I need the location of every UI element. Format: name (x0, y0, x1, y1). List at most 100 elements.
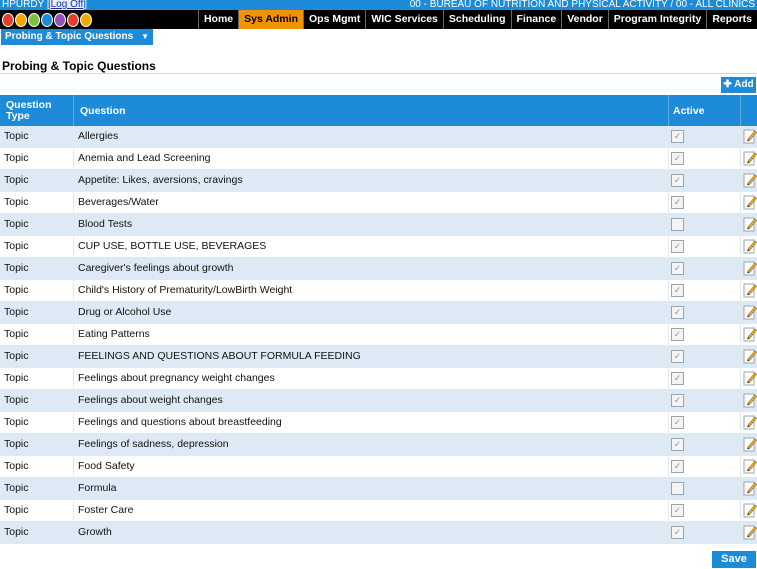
question-cell: CUP USE, BOTTLE USE, BEVERAGES (74, 236, 669, 257)
active-cell: ✓ (669, 170, 741, 191)
logoff-link[interactable]: Log Off (49, 0, 85, 10)
add-button[interactable]: ✚ Add (721, 77, 756, 93)
nav-tab-reports[interactable]: Reports (706, 10, 757, 29)
edit-icon[interactable] (743, 370, 757, 386)
edit-cell (741, 478, 757, 499)
active-checkbox[interactable]: ✓ (671, 504, 684, 517)
edit-cell (741, 456, 757, 477)
page-title: Probing & Topic Questions (2, 59, 156, 73)
active-cell: ✓ (669, 456, 741, 477)
edit-cell (741, 214, 757, 235)
nav-tab-wic-services[interactable]: WIC Services (365, 10, 443, 29)
edit-icon[interactable] (743, 348, 757, 364)
active-checkbox[interactable]: ✓ (671, 196, 684, 209)
question-cell: Allergies (74, 126, 669, 147)
active-checkbox[interactable]: ✓ (671, 262, 684, 275)
question-cell: Feelings about pregnancy weight changes (74, 368, 669, 389)
nav-tab-program-integrity[interactable]: Program Integrity (607, 10, 707, 29)
question-type-cell: Topic (0, 192, 74, 213)
section-menu-label: Probing & Topic Questions (5, 31, 134, 42)
active-checkbox[interactable]: ✓ (671, 240, 684, 253)
edit-icon[interactable] (743, 502, 757, 518)
active-checkbox[interactable]: ✓ (671, 416, 684, 429)
active-cell: ✓ (669, 368, 741, 389)
nav-tab-scheduling[interactable]: Scheduling (442, 10, 511, 29)
active-checkbox[interactable] (671, 218, 684, 231)
section-menu-dropdown[interactable]: Probing & Topic Questions ▼ (1, 29, 153, 45)
active-checkbox[interactable]: ✓ (671, 438, 684, 451)
table-row: Topic CUP USE, BOTTLE USE, BEVERAGES ✓ (0, 236, 757, 258)
nav-tab-vendor[interactable]: Vendor (561, 10, 608, 29)
user-info: HPURDY [Log Off] (2, 0, 88, 10)
main-nav: Home Sys Admin Ops Mgmt WIC Services Schedul… (0, 10, 757, 29)
active-checkbox[interactable]: ✓ (671, 130, 684, 143)
edit-icon[interactable] (743, 194, 757, 210)
table-row: Topic Appetite: Likes, aversions, craving… (0, 170, 757, 192)
question-type-cell: Topic (0, 390, 74, 411)
column-header-question-type[interactable]: Question Type (0, 95, 74, 126)
active-checkbox[interactable]: ✓ (671, 152, 684, 165)
active-checkbox[interactable]: ✓ (671, 372, 684, 385)
active-checkbox[interactable]: ✓ (671, 306, 684, 319)
edit-icon[interactable] (743, 282, 757, 298)
app-logo (2, 11, 93, 28)
save-button[interactable]: Save (712, 551, 756, 568)
column-header-edit (741, 95, 757, 126)
active-cell: ✓ (669, 258, 741, 279)
table-row: Topic Foster Care ✓ (0, 500, 757, 522)
question-type-cell: Topic (0, 368, 74, 389)
question-type-cell: Topic (0, 302, 74, 323)
column-header-active[interactable]: Active (669, 95, 741, 126)
question-type-cell: Topic (0, 214, 74, 235)
active-checkbox[interactable]: ✓ (671, 394, 684, 407)
nav-tab-sys-admin[interactable]: Sys Admin (238, 10, 304, 29)
edit-icon[interactable] (743, 172, 757, 188)
table-row: Topic Feelings and questions about breast… (0, 412, 757, 434)
active-checkbox[interactable]: ✓ (671, 328, 684, 341)
active-checkbox[interactable]: ✓ (671, 350, 684, 363)
edit-icon[interactable] (743, 326, 757, 342)
edit-cell (741, 346, 757, 367)
question-cell: Feelings and questions about breastfeedi… (74, 412, 669, 433)
table-row: Topic Feelings about pregnancy weight cha… (0, 368, 757, 390)
nav-tab-home[interactable]: Home (197, 10, 238, 29)
edit-icon[interactable] (743, 414, 757, 430)
active-checkbox[interactable]: ✓ (671, 460, 684, 473)
active-cell: ✓ (669, 324, 741, 345)
edit-icon[interactable] (743, 260, 757, 276)
active-cell: ✓ (669, 346, 741, 367)
active-checkbox[interactable]: ✓ (671, 526, 684, 539)
nav-tab-finance[interactable]: Finance (510, 10, 562, 29)
active-checkbox[interactable] (671, 482, 684, 495)
edit-cell (741, 522, 757, 543)
active-checkbox[interactable]: ✓ (671, 284, 684, 297)
edit-icon[interactable] (743, 458, 757, 474)
active-checkbox[interactable]: ✓ (671, 174, 684, 187)
edit-icon[interactable] (743, 392, 757, 408)
question-type-cell: Topic (0, 148, 74, 169)
table-row: Topic Drug or Alcohol Use ✓ (0, 302, 757, 324)
question-type-cell: Topic (0, 324, 74, 345)
edit-cell (741, 390, 757, 411)
table-row: Topic Anemia and Lead Screening ✓ (0, 148, 757, 170)
edit-icon[interactable] (743, 238, 757, 254)
active-cell: ✓ (669, 522, 741, 543)
question-type-cell: Topic (0, 434, 74, 455)
edit-icon[interactable] (743, 480, 757, 496)
edit-icon[interactable] (743, 216, 757, 232)
edit-icon[interactable] (743, 436, 757, 452)
question-type-cell: Topic (0, 478, 74, 499)
edit-icon[interactable] (743, 128, 757, 144)
table-row: Topic Feelings about weight changes ✓ (0, 390, 757, 412)
questions-panel: ✚ Add Question Type Question Active Topi… (0, 73, 757, 551)
active-cell: ✓ (669, 390, 741, 411)
edit-icon[interactable] (743, 304, 757, 320)
edit-icon[interactable] (743, 524, 757, 540)
table-row: Topic FEELINGS AND QUESTIONS ABOUT FORMUL… (0, 346, 757, 368)
table-row: Topic Eating Patterns ✓ (0, 324, 757, 346)
edit-icon[interactable] (743, 150, 757, 166)
nav-tab-ops-mgmt[interactable]: Ops Mgmt (303, 10, 365, 29)
column-header-question[interactable]: Question (74, 95, 669, 126)
active-cell: ✓ (669, 192, 741, 213)
question-cell: Blood Tests (74, 214, 669, 235)
